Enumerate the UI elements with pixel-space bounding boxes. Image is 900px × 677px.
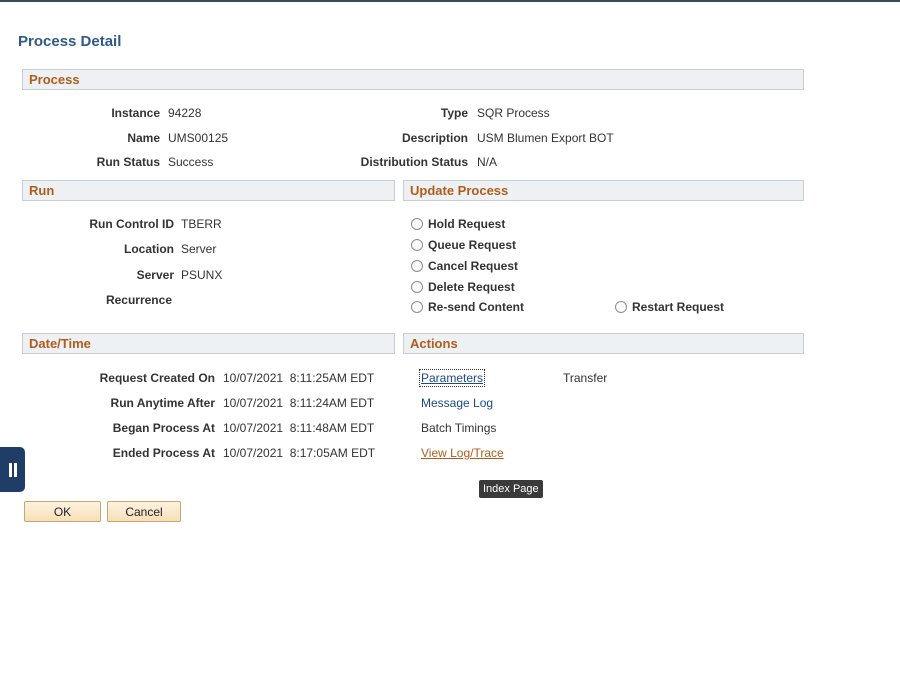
radio-label: Re-send Content [428,300,524,314]
run-control-id-value: TBERR [181,217,222,231]
description-label: Description [401,131,468,145]
cancel-request-radio[interactable]: Cancel Request [411,259,518,273]
process-section-header: Process [22,69,804,90]
top-border [0,0,900,2]
parameters-link[interactable]: Parameters [418,369,486,387]
side-panel-toggle[interactable] [0,447,25,492]
server-label: Server [136,268,174,282]
type-value: SQR Process [477,106,550,120]
radio-circle-icon[interactable] [411,218,423,230]
batch-timings-text: Batch Timings [421,421,497,435]
transfer-text: Transfer [563,371,608,385]
instance-label: Instance [111,106,160,120]
radio-label: Delete Request [428,280,515,294]
run-anytime-value: 10/07/2021 8:11:24AM EDT [223,396,375,410]
run-anytime-label: Run Anytime After [110,396,215,410]
cancel-button[interactable]: Cancel [107,501,181,522]
location-label: Location [124,242,174,256]
radio-circle-icon[interactable] [411,281,423,293]
radio-circle-icon[interactable] [411,301,423,313]
queue-request-radio[interactable]: Queue Request [411,238,516,252]
recurrence-label: Recurrence [105,293,172,307]
datetime-section-header: Date/Time [22,333,395,354]
run-status-value: Success [168,155,214,169]
radio-label: Hold Request [428,217,506,231]
view-log-trace-link[interactable]: View Log/Trace [421,446,504,460]
radio-circle-icon[interactable] [411,239,423,251]
request-created-label: Request Created On [99,371,215,385]
ended-process-value: 10/07/2021 8:17:05AM EDT [223,446,376,460]
delete-request-radio[interactable]: Delete Request [411,280,515,294]
update-process-section-header: Update Process [403,180,804,201]
instance-value: 94228 [168,106,202,120]
location-value: Server [181,242,217,256]
ended-process-label: Ended Process At [112,446,215,460]
message-log-link[interactable]: Message Log [421,396,493,410]
began-process-label: Began Process At [112,421,215,435]
run-control-id-label: Run Control ID [89,217,174,231]
restart-request-radio[interactable]: Restart Request [615,300,724,314]
hold-request-radio[interactable]: Hold Request [411,217,505,231]
actions-section-header: Actions [403,333,804,354]
radio-circle-icon[interactable] [615,301,627,313]
type-label: Type [440,106,468,120]
radio-label: Restart Request [632,300,725,314]
index-page-tooltip: Index Page [479,480,543,498]
page-title: Process Detail [18,33,122,50]
began-process-value: 10/07/2021 8:11:48AM EDT [223,421,375,435]
distribution-status-label: Distribution Status [360,155,468,169]
radio-label: Cancel Request [428,259,519,273]
name-value: UMS00125 [168,131,229,145]
description-value: USM Blumen Export BOT [477,131,614,145]
distribution-status-value: N/A [477,155,498,169]
pause-bars-icon [8,462,17,477]
name-label: Name [127,131,160,145]
radio-circle-icon[interactable] [411,260,423,272]
run-status-label: Run Status [96,155,160,169]
server-value: PSUNX [181,268,223,282]
run-section-header: Run [22,180,395,201]
resend-content-radio[interactable]: Re-send Content [411,300,524,314]
radio-label: Queue Request [428,238,517,252]
request-created-value: 10/07/2021 8:11:25AM EDT [223,371,375,385]
ok-button[interactable]: OK [24,501,101,522]
